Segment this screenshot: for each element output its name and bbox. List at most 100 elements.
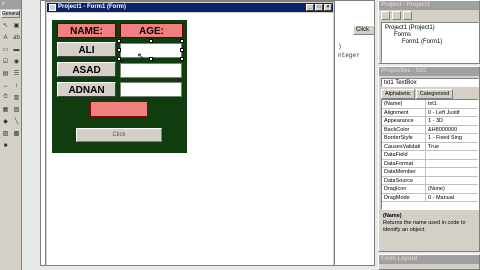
property-row[interactable]: (Name) txt1 bbox=[382, 100, 478, 109]
close-button[interactable]: × bbox=[324, 4, 332, 11]
tree-item-form1[interactable]: Form1 (Form1) bbox=[382, 38, 478, 45]
image-tool-icon[interactable]: ▨ bbox=[1, 129, 10, 138]
property-value[interactable]: 0 - Manual bbox=[426, 193, 478, 201]
age-textbox-3[interactable] bbox=[120, 82, 182, 97]
view-code-icon[interactable] bbox=[381, 11, 390, 20]
description-text: Returns the name used in code to identif… bbox=[383, 220, 466, 233]
name-label-1: ALI bbox=[57, 42, 116, 57]
property-value[interactable]: (None) bbox=[426, 185, 478, 193]
designed-form: NAME: AGE: ALI ASAD ADNAN ↖ Click bbox=[52, 20, 187, 153]
project-explorer: Project - Project1 Project1 (Project1) F… bbox=[378, 0, 480, 64]
property-row[interactable]: DataSource bbox=[382, 176, 478, 185]
selection-handle[interactable] bbox=[117, 57, 121, 61]
property-value[interactable]: 0 - Left Justif bbox=[426, 108, 478, 116]
property-value[interactable] bbox=[426, 151, 478, 159]
filelist-tool-icon[interactable]: ▧ bbox=[12, 105, 21, 114]
ole-tool-icon[interactable]: ■ bbox=[1, 141, 10, 150]
vscroll-tool-icon[interactable]: ↕ bbox=[12, 81, 21, 90]
data-tool-icon[interactable]: ▩ bbox=[12, 129, 21, 138]
form-layout-window: Form Layout bbox=[378, 254, 480, 270]
toolbox-general-tab[interactable]: General bbox=[1, 10, 20, 18]
age-header-label: AGE: bbox=[120, 23, 183, 38]
combobox-tool-icon[interactable]: ▤ bbox=[1, 69, 10, 78]
view-object-icon[interactable] bbox=[392, 11, 401, 20]
form-window-title: Project1 - Form1 (Form) bbox=[58, 4, 127, 10]
project-tree: Project1 (Project1) Forms Form1 (Form1) bbox=[381, 22, 479, 63]
code-line-2: nteger bbox=[338, 52, 360, 59]
property-row[interactable]: Appearance 1 - 3D bbox=[382, 117, 478, 126]
selection-handle[interactable] bbox=[149, 39, 153, 43]
listbox-tool-icon[interactable]: ☰ bbox=[12, 69, 21, 78]
form-window-title-bar: Project1 - Form1 (Form) _ □ × bbox=[47, 3, 333, 12]
property-name: Alignment bbox=[382, 108, 426, 116]
age-textbox-1[interactable] bbox=[120, 43, 182, 58]
timer-tool-icon[interactable]: ⏱ bbox=[1, 93, 10, 102]
property-value[interactable] bbox=[426, 176, 478, 184]
project-title-bar: Project - Project1 bbox=[379, 1, 479, 10]
property-name: BorderStyle bbox=[382, 134, 426, 142]
property-value[interactable]: &H8000000 bbox=[426, 125, 478, 133]
property-row[interactable]: DragMode 0 - Manual bbox=[382, 193, 478, 202]
checkbox-tool-icon[interactable]: ☑ bbox=[1, 57, 10, 66]
shape-tool-icon[interactable]: ◆ bbox=[1, 117, 10, 126]
property-value[interactable] bbox=[426, 159, 478, 167]
toggle-folders-icon[interactable] bbox=[403, 11, 412, 20]
selection-handle[interactable] bbox=[180, 48, 184, 52]
form-icon bbox=[49, 4, 56, 11]
property-row[interactable]: DragIcon (None) bbox=[382, 185, 478, 194]
minimize-button[interactable]: _ bbox=[306, 4, 314, 11]
property-value[interactable]: 1 - Fixed Sing bbox=[426, 134, 478, 142]
mouse-cursor-icon: ↖ bbox=[137, 51, 145, 61]
property-value[interactable]: 1 - 3D bbox=[426, 117, 478, 125]
property-row[interactable]: DataMember bbox=[382, 168, 478, 177]
property-description: (Name) Returns the name used in code to … bbox=[381, 212, 479, 251]
pointer-icon[interactable]: ↖ bbox=[1, 21, 10, 30]
click-button[interactable]: Click bbox=[76, 128, 162, 142]
property-value[interactable]: True bbox=[426, 142, 478, 150]
drivelist-tool-icon[interactable]: ▥ bbox=[12, 93, 21, 102]
picture-icon[interactable]: ▣ bbox=[12, 21, 21, 30]
property-name: DataFormat bbox=[382, 159, 426, 167]
property-name: DataMember bbox=[382, 168, 426, 176]
project-toolbar bbox=[381, 11, 412, 20]
property-name: DataField bbox=[382, 151, 426, 159]
selection-handle[interactable] bbox=[180, 57, 184, 61]
property-name: Appearance bbox=[382, 117, 426, 125]
frame-tool-icon[interactable]: ▭ bbox=[1, 45, 10, 54]
toolbox-title-bar: x bbox=[0, 0, 21, 9]
line-tool-icon[interactable]: ╲ bbox=[12, 117, 21, 126]
tree-item-forms[interactable]: Forms bbox=[382, 31, 478, 38]
property-row[interactable]: Alignment 0 - Left Justif bbox=[382, 108, 478, 117]
age-textbox-2[interactable] bbox=[120, 63, 182, 78]
property-name: DataSource bbox=[382, 176, 426, 184]
object-selector[interactable]: txt1 TextBox bbox=[381, 78, 479, 87]
property-name: BackColor bbox=[382, 125, 426, 133]
property-row[interactable]: BorderStyle 1 - Fixed Sing bbox=[382, 134, 478, 143]
selection-handle[interactable] bbox=[117, 39, 121, 43]
selection-handle[interactable] bbox=[117, 48, 121, 52]
textbox-tool-icon[interactable]: ab bbox=[12, 33, 21, 42]
properties-window: Properties - txt1 txt1 TextBox Alphabeti… bbox=[378, 66, 480, 252]
tree-item-project[interactable]: Project1 (Project1) bbox=[382, 23, 478, 31]
commandbutton-tool-icon[interactable]: ▬ bbox=[12, 45, 21, 54]
hscroll-tool-icon[interactable]: ↔ bbox=[1, 81, 10, 90]
property-value[interactable] bbox=[426, 168, 478, 176]
tab-alphabetic[interactable]: Alphabetic bbox=[381, 89, 415, 99]
procedure-dropdown[interactable]: Click bbox=[353, 25, 375, 35]
tab-categorized[interactable]: Categorized bbox=[415, 89, 454, 99]
property-value[interactable]: txt1 bbox=[426, 100, 478, 108]
selection-handle[interactable] bbox=[149, 57, 153, 61]
selection-handle[interactable] bbox=[180, 39, 184, 43]
label-tool-icon[interactable]: A bbox=[1, 33, 10, 42]
property-row[interactable]: DataFormat bbox=[382, 159, 478, 168]
maximize-button[interactable]: □ bbox=[315, 4, 323, 11]
name-label-3: ADNAN bbox=[57, 82, 116, 97]
property-row[interactable]: BackColor &H8000000 bbox=[382, 125, 478, 134]
property-row[interactable]: DataField bbox=[382, 151, 478, 160]
dirlist-tool-icon[interactable]: ▦ bbox=[1, 105, 10, 114]
property-name: DragMode bbox=[382, 193, 426, 201]
property-name: DragIcon bbox=[382, 185, 426, 193]
code-line-1: ) bbox=[338, 43, 342, 50]
optionbutton-tool-icon[interactable]: ◉ bbox=[12, 57, 21, 66]
property-row[interactable]: CausesValidati True bbox=[382, 142, 478, 151]
